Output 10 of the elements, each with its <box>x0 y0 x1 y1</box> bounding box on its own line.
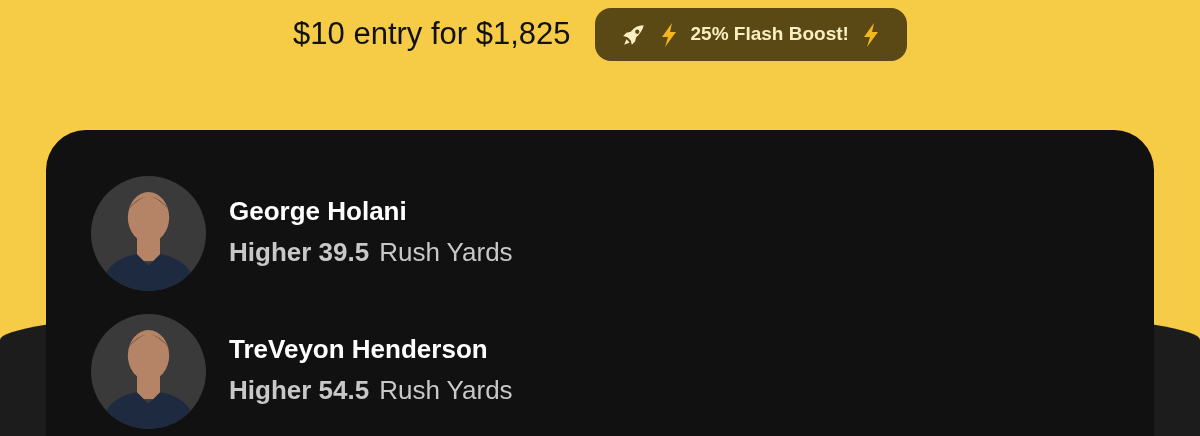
player-name: TreVeyon Henderson <box>229 334 489 366</box>
entry-text: $10 entry for $1,825 <box>293 15 571 53</box>
lightning-icon <box>862 22 879 47</box>
boost-label: 25% Flash Boost! <box>690 22 849 47</box>
stat-label: Rush Yards <box>379 374 513 408</box>
pick-line: Higher 39.5 <box>229 236 370 270</box>
stat-label: Rush Yards <box>379 236 513 270</box>
lightning-icon <box>660 22 677 47</box>
player-name: George Holani <box>229 196 408 228</box>
pick-line: Higher 54.5 <box>229 374 370 408</box>
